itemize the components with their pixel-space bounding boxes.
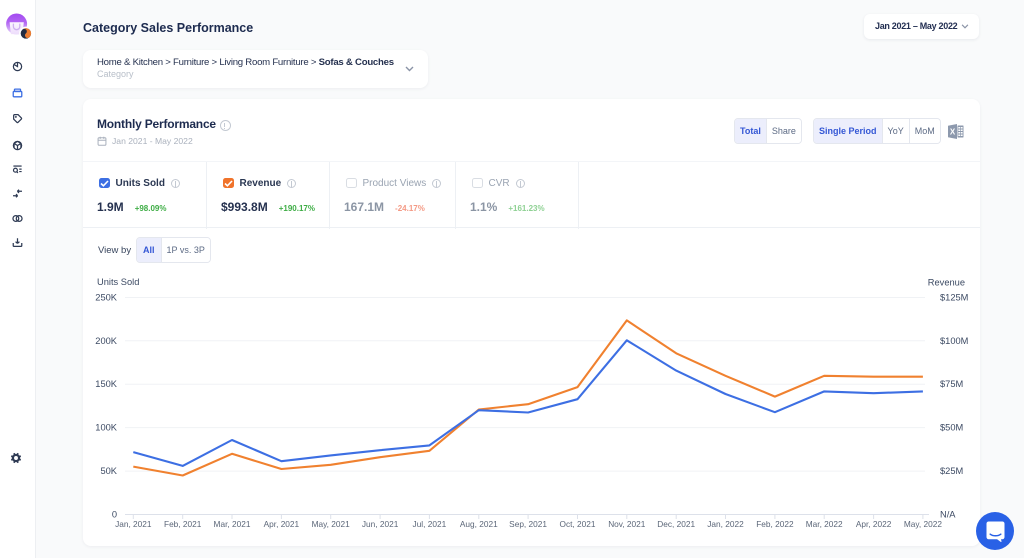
svg-text:X: X [950,128,956,137]
